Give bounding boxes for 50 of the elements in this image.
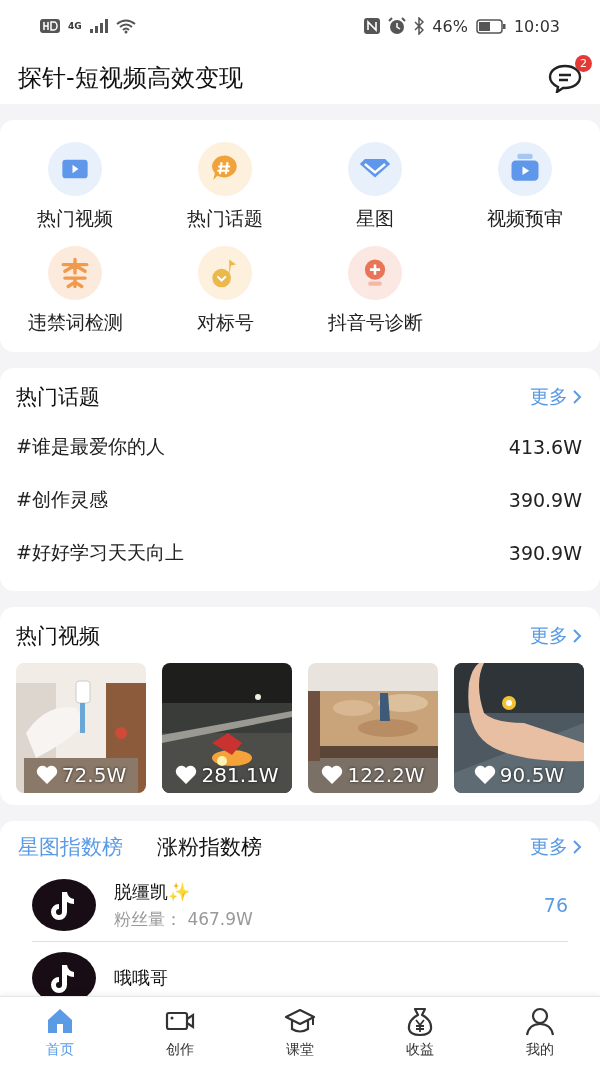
topic-count: 390.9W: [508, 488, 582, 511]
tool-button[interactable]: 违禁词检测: [0, 246, 150, 336]
app-title: 探针-短视频高效变现: [18, 63, 244, 94]
ranking-tab[interactable]: 涨粉指数榜: [157, 833, 262, 861]
nav-tab[interactable]: 我的: [480, 1005, 600, 1059]
tool-button[interactable]: 抖音号诊断: [300, 246, 450, 336]
nav-tab[interactable]: 创作: [120, 1005, 240, 1059]
like-count: 122.2W: [347, 763, 425, 787]
chat-icon[interactable]: [548, 63, 582, 93]
topic-name[interactable]: #创作灵感: [16, 486, 108, 513]
heart-icon: [321, 765, 344, 785]
avatar-icon: [32, 879, 96, 931]
account-name: 哦哦哥: [114, 966, 169, 990]
nfc-icon: [364, 18, 381, 34]
user-icon: [524, 1005, 556, 1037]
wifi-icon: [115, 18, 136, 34]
heart-icon: [175, 765, 198, 785]
topic-name[interactable]: #好好学习天天向上: [16, 539, 184, 566]
tool-button[interactable]: 星图: [300, 142, 450, 232]
heart-icon: [473, 765, 496, 785]
follower-count: 粉丝量： 467.9W: [114, 907, 254, 931]
section-title: 热门视频: [16, 623, 101, 650]
tool-button[interactable]: 热门话题: [150, 142, 300, 232]
chevron-icon: [572, 839, 582, 855]
topic-name[interactable]: #谁是最爱你的人: [16, 433, 165, 460]
tool-button[interactable]: 视频预审: [450, 142, 600, 232]
nav-tab[interactable]: 收益: [360, 1005, 480, 1059]
battery-percent: 46%: [432, 16, 468, 36]
chevron-icon: [572, 628, 582, 644]
clock: 10:03: [513, 16, 560, 36]
notification-badge: 2: [575, 55, 592, 72]
chevron-icon: [572, 389, 582, 405]
topic-count: 413.6W: [508, 435, 582, 458]
section-title: 热门话题: [16, 384, 101, 411]
like-count: 281.1W: [201, 763, 279, 787]
alarm-icon: [388, 17, 407, 35]
nav-tab[interactable]: 课堂: [240, 1005, 360, 1059]
signal-icon: [89, 19, 108, 33]
hd-icon: [40, 19, 60, 33]
battery-icon: [475, 18, 506, 34]
network-type: 4G: [68, 21, 82, 31]
topic-count: 390.9W: [508, 541, 582, 564]
index-score: 76: [543, 894, 568, 916]
bluetooth-icon: [414, 17, 425, 35]
heart-icon: [35, 765, 58, 785]
tool-button[interactable]: 热门视频: [0, 142, 150, 232]
account-name: 脱缰凯✨: [114, 879, 191, 904]
like-count: 90.5W: [499, 763, 565, 787]
like-count: 72.5W: [61, 763, 127, 787]
tool-button[interactable]: 对标号: [150, 246, 300, 336]
